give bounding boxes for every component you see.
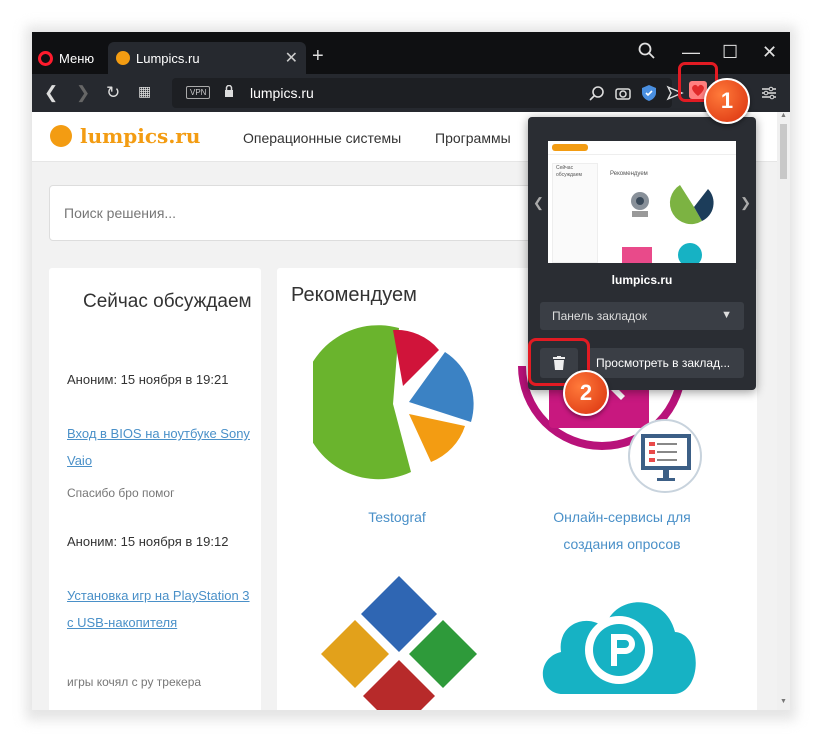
lock-icon[interactable] <box>224 85 234 97</box>
diamond-app-logo[interactable] <box>319 574 479 710</box>
browser-window: Меню Lumpics.ru ✕ + — ☐ ✕ ❮ ❯ ↻ ▦ VPN lu… <box>32 32 790 710</box>
page-search-icon[interactable] <box>588 84 606 102</box>
scroll-up-icon[interactable]: ▲ <box>780 112 787 119</box>
chevron-down-icon: ▼ <box>721 309 732 321</box>
url-text: lumpics.ru <box>250 85 314 101</box>
tab-lumpics[interactable]: Lumpics.ru ✕ <box>108 42 306 74</box>
minimize-icon[interactable]: — <box>682 42 700 63</box>
menu-label: Меню <box>59 50 95 66</box>
camera-icon[interactable] <box>614 84 632 102</box>
maximize-icon[interactable]: ☐ <box>722 42 738 63</box>
discuss-card: Сейчас обсуждаем Аноним: 15 ноября в 19:… <box>49 268 261 710</box>
tab-close-icon[interactable]: ✕ <box>285 48 298 68</box>
bookmark-title[interactable]: lumpics.ru <box>528 273 756 287</box>
favicon-icon <box>116 51 130 65</box>
testograf-logo[interactable] <box>313 322 483 482</box>
next-thumb-icon[interactable]: ❯ <box>740 195 751 211</box>
reload-icon[interactable]: ↻ <box>106 83 120 103</box>
easy-setup-icon[interactable] <box>760 84 778 102</box>
comment-meta: Аноним: 15 ноября в 19:21 <box>67 372 229 387</box>
rec-item-link[interactable]: Онлайн-сервисы для создания опросов <box>537 504 707 558</box>
scroll-down-icon[interactable]: ▼ <box>780 698 787 705</box>
back-icon[interactable]: ❮ <box>44 83 58 103</box>
site-logo-icon[interactable] <box>50 125 72 147</box>
search-tabs-icon[interactable] <box>638 42 656 65</box>
comment-text: игры кочял с ру трекера <box>67 675 202 689</box>
page-thumbnail[interactable]: Сейчас обсуждаем Рекомендуем <box>548 141 736 263</box>
scroll-thumb[interactable] <box>780 124 787 179</box>
step-badge: 2 <box>563 370 609 416</box>
recommend-heading: Рекомендуем <box>291 284 417 306</box>
site-search-input[interactable]: Поиск решения... <box>49 185 549 241</box>
search-placeholder: Поиск решения... <box>64 205 177 221</box>
comment-meta: Аноним: 15 ноября в 19:12 <box>67 534 229 549</box>
forward-icon[interactable]: ❯ <box>76 83 90 103</box>
site-logo[interactable]: lumpics.ru <box>80 124 200 148</box>
comment-text: Спасибо бро помог <box>67 486 175 500</box>
address-bar: ❮ ❯ ↻ ▦ VPN lumpics.ru <box>32 74 790 112</box>
rec-item-link[interactable]: Testograf <box>317 504 477 531</box>
tab-bar: Меню Lumpics.ru ✕ + — ☐ ✕ <box>32 32 790 74</box>
view-in-bookmarks-button[interactable]: Просмотреть в заклад... <box>588 348 744 378</box>
opera-logo-icon <box>38 50 53 66</box>
comment-link[interactable]: Вход в BIOS на ноутбуке Sony Vaio <box>67 420 257 474</box>
new-tab-button[interactable]: + <box>312 46 324 66</box>
bookmark-folder-select[interactable]: Панель закладок ▼ <box>540 302 744 330</box>
vpn-badge[interactable]: VPN <box>186 86 211 99</box>
folder-label: Панель закладок <box>552 309 647 323</box>
comment-link[interactable]: Установка игр на PlayStation 3 с USB-нак… <box>67 582 257 636</box>
tab-title: Lumpics.ru <box>136 50 200 66</box>
shield-icon[interactable] <box>640 84 658 102</box>
page-scrollbar[interactable]: ▲ ▼ <box>777 112 790 710</box>
close-window-icon[interactable]: ✕ <box>762 42 777 63</box>
prev-thumb-icon[interactable]: ❮ <box>533 195 544 211</box>
discuss-heading: Сейчас обсуждаем <box>83 291 252 312</box>
nav-programs[interactable]: Программы <box>435 130 511 146</box>
speed-dial-icon[interactable]: ▦ <box>138 83 151 100</box>
nav-os[interactable]: Операционные системы <box>243 130 401 146</box>
thumb-rec: Рекомендуем <box>610 171 648 177</box>
step-badge: 1 <box>704 78 750 124</box>
opera-menu-button[interactable]: Меню <box>38 46 94 70</box>
pcloud-logo[interactable] <box>533 584 703 704</box>
thumb-heading: Сейчас обсуждаем <box>556 165 582 178</box>
